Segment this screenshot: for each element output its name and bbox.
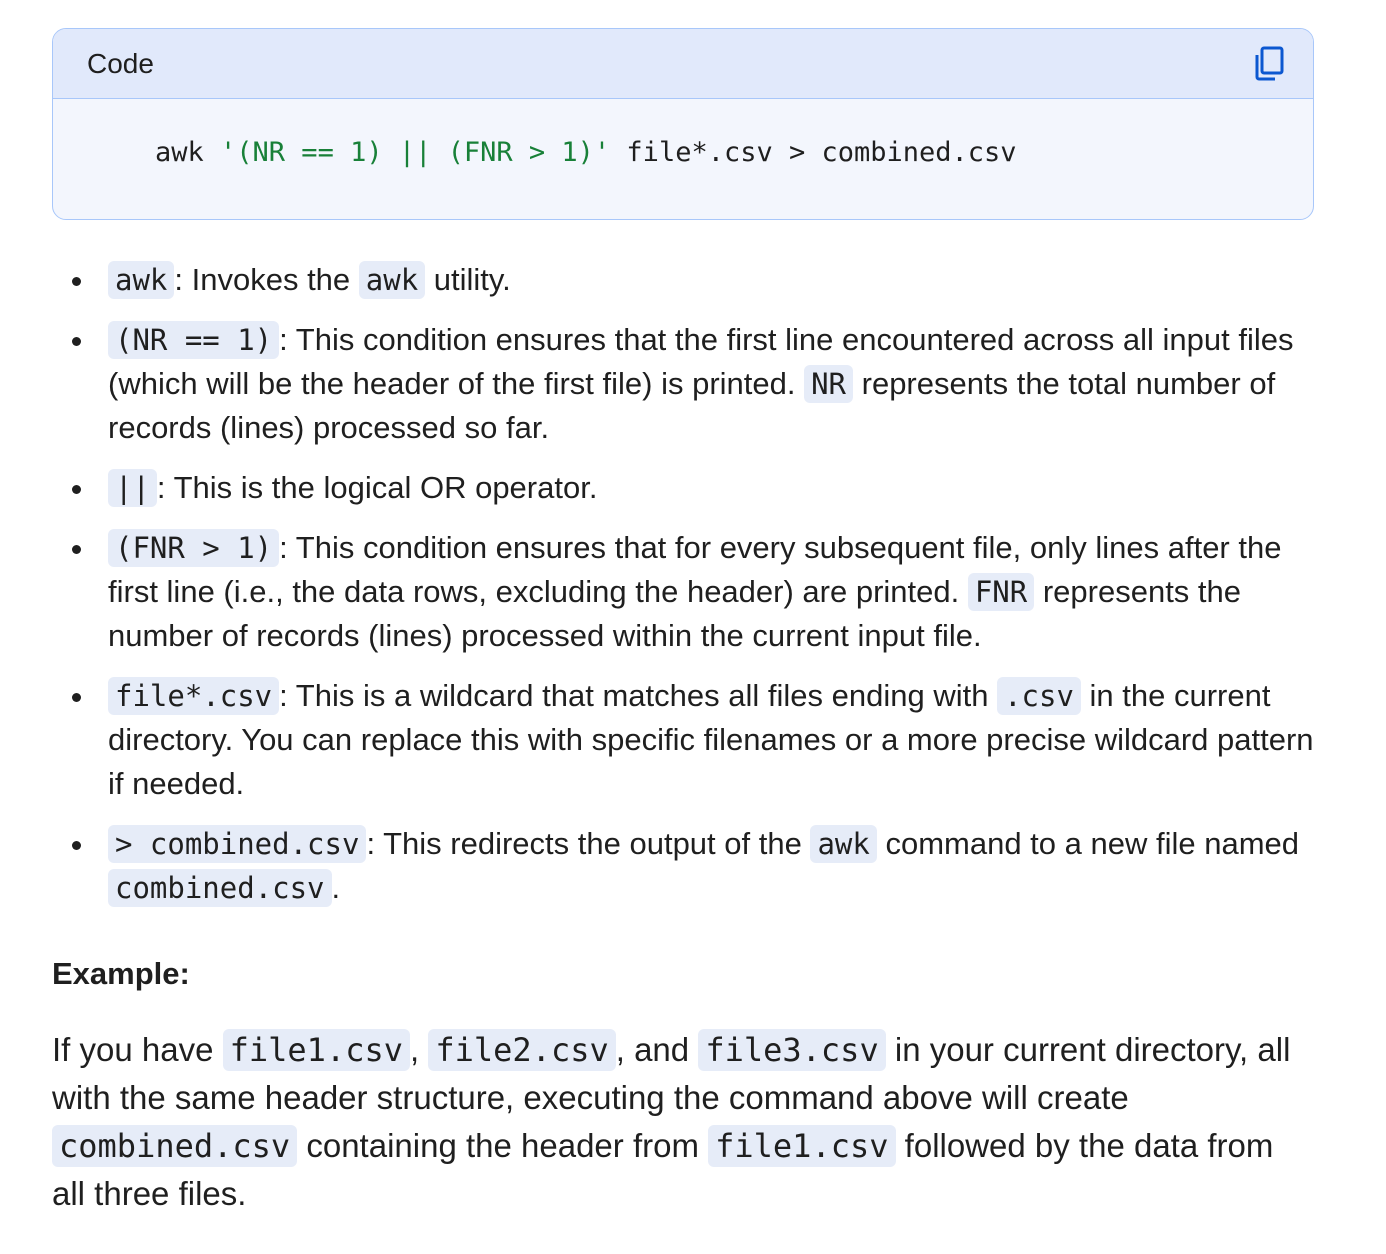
list-item-text: : This is the logical OR operator. [156, 470, 598, 505]
bullet-dot [72, 545, 81, 554]
inline-code: awk [108, 261, 175, 299]
example-heading: Example: [52, 956, 190, 991]
inline-code: > combined.csv [108, 825, 367, 863]
list-item-text: . [331, 870, 341, 905]
bullet-dot [72, 337, 81, 346]
inline-code: file2.csv [428, 1029, 616, 1071]
copy-icon [1255, 46, 1284, 80]
inline-code: .csv [997, 677, 1081, 715]
copy-code-button[interactable] [1249, 44, 1289, 84]
code-language-label: Code [87, 47, 154, 79]
explanation-list: awk: Invokes the awk utility. (NR == 1):… [52, 258, 1322, 926]
bullet-dot [72, 693, 81, 702]
inline-code: file1.csv [708, 1125, 896, 1167]
list-item: awk: Invokes the awk utility. [52, 258, 1322, 302]
list-item-text: command to a new file named [876, 826, 1300, 861]
inline-code: NR [804, 365, 854, 403]
inline-code: combined.csv [108, 869, 332, 907]
example-paragraph: If you have file1.csv, file2.csv, and fi… [52, 1026, 1312, 1218]
bullet-dot [72, 485, 81, 494]
code-arguments: file*.csv > combined.csv [610, 137, 1017, 168]
list-item-text: : This is a wildcard that matches all fi… [279, 678, 998, 713]
code-block: Code awk '(NR == 1) || (FNR > 1)' file*.… [52, 28, 1314, 220]
inline-code: combined.csv [52, 1125, 298, 1167]
paragraph-text: If you have [52, 1031, 223, 1068]
list-item: (FNR > 1): This condition ensures that f… [52, 526, 1322, 658]
inline-code: (FNR > 1) [108, 529, 280, 567]
code-string-literal: '(NR == 1) || (FNR > 1)' [220, 137, 611, 168]
list-item: ||: This is the logical OR operator. [52, 466, 1322, 510]
inline-code: file3.csv [698, 1029, 886, 1071]
response-page: Code awk '(NR == 1) || (FNR > 1)' file*.… [0, 0, 1386, 1254]
list-item: > combined.csv: This redirects the outpu… [52, 822, 1322, 910]
list-item: (NR == 1): This condition ensures that t… [52, 318, 1322, 450]
inline-code: awk [810, 825, 877, 863]
inline-code: awk [358, 261, 426, 299]
paragraph-text: , [410, 1031, 429, 1068]
bullet-dot [72, 277, 81, 286]
code-command: awk [155, 137, 221, 168]
list-item-text: : This redirects the output of the [366, 826, 811, 861]
paragraph-text: containing the header from [297, 1127, 709, 1164]
inline-code: file1.csv [222, 1029, 410, 1071]
paragraph-text: , and [615, 1031, 699, 1068]
inline-code: || [108, 469, 157, 507]
code-block-header: Code [53, 29, 1313, 99]
bullet-dot [72, 841, 81, 850]
inline-code: (NR == 1) [108, 321, 280, 359]
list-item-text: utility. [425, 262, 511, 297]
list-item-text: : Invokes the [174, 262, 359, 297]
inline-code: FNR [967, 573, 1035, 611]
list-item: file*.csv: This is a wildcard that match… [52, 674, 1322, 806]
inline-code: file*.csv [108, 677, 280, 715]
code-content: awk '(NR == 1) || (FNR > 1)' file*.csv >… [53, 99, 1313, 168]
